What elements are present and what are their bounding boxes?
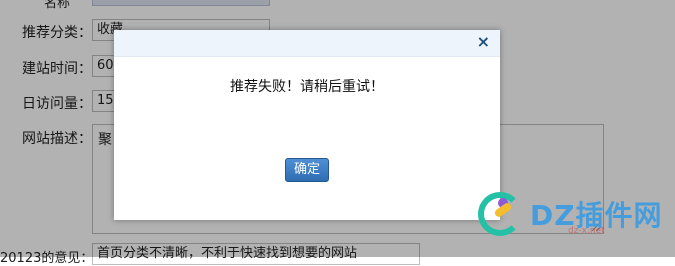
dialog-header: × <box>114 30 500 57</box>
watermark: DZ插件网 dz-x.net <box>474 188 674 242</box>
confirm-button[interactable]: 确定 <box>285 158 329 182</box>
dialog-message: 推荐失败！请稍后重试！ <box>230 79 384 95</box>
watermark-subtext: dz-x.net <box>568 226 605 236</box>
close-icon[interactable]: × <box>477 34 490 50</box>
alert-dialog: × 推荐失败！请稍后重试！ 确定 <box>114 30 500 220</box>
